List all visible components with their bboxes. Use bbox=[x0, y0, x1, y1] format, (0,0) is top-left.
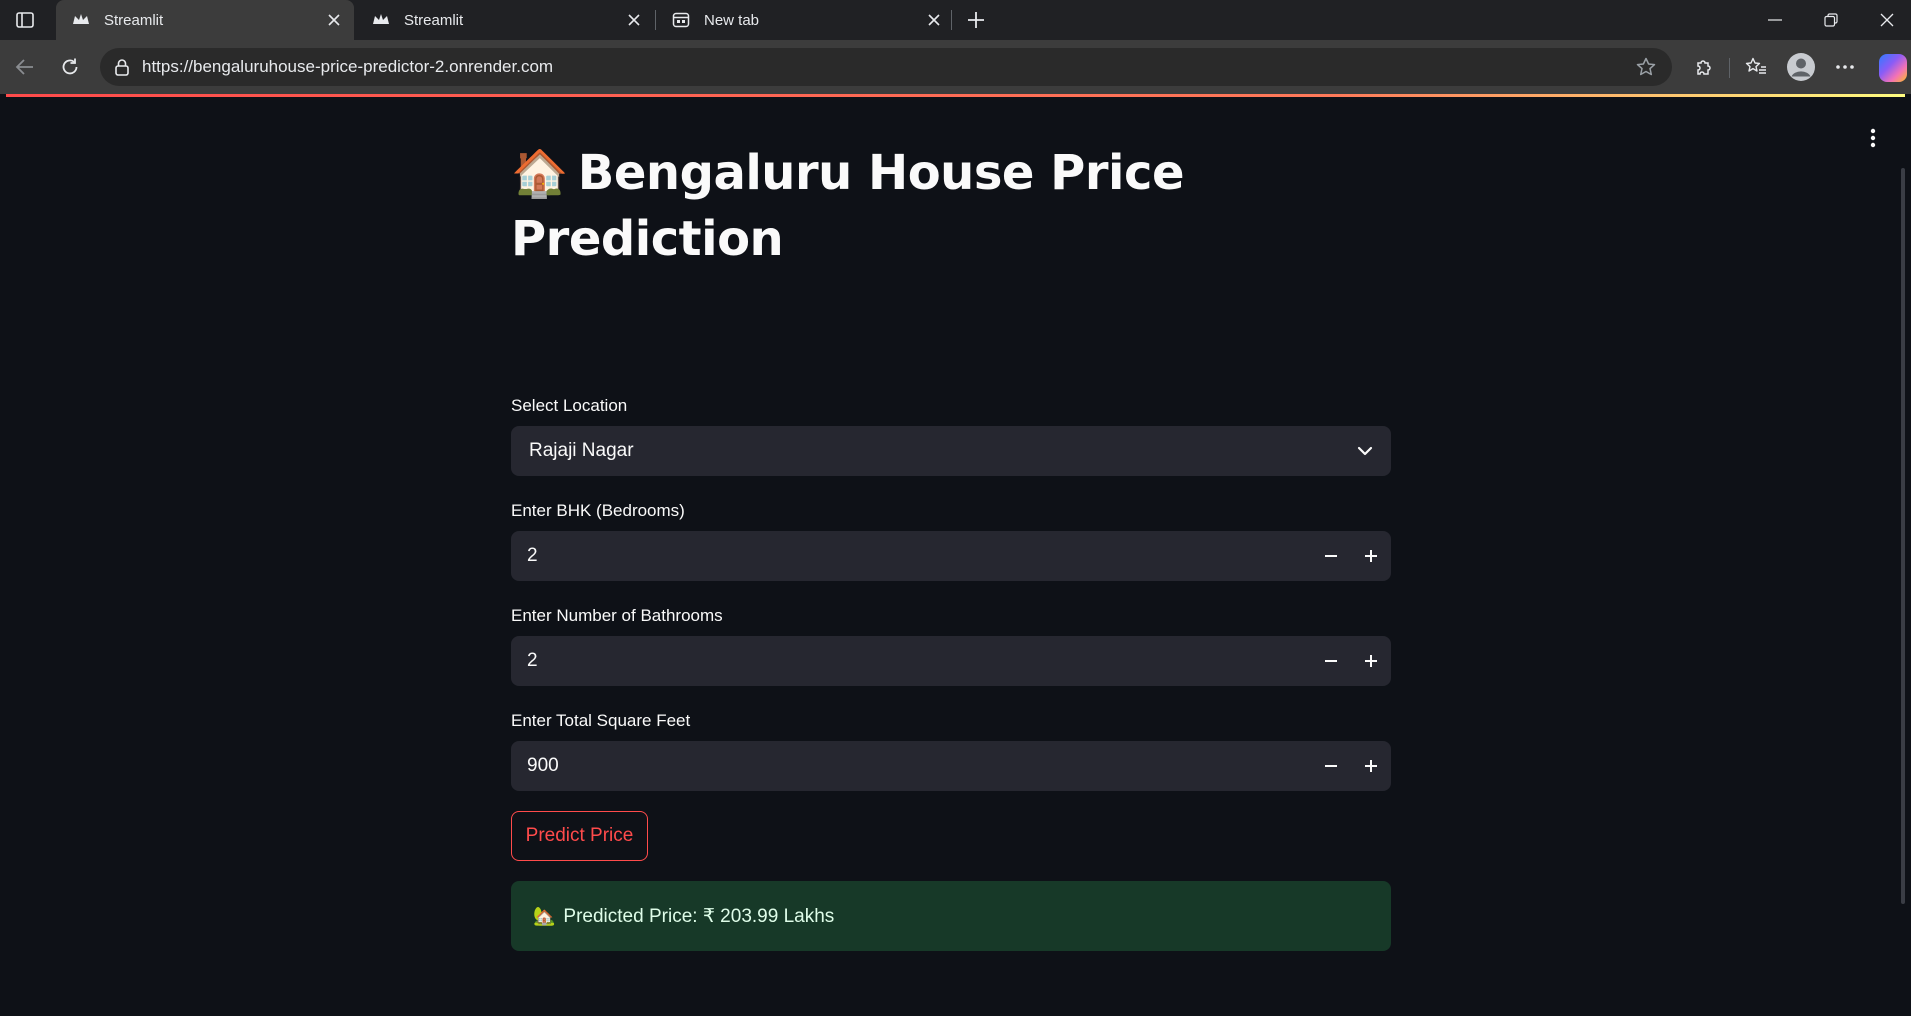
reload-icon[interactable] bbox=[55, 52, 85, 82]
location-select[interactable]: Rajaji Nagar bbox=[511, 426, 1391, 476]
tab-title: New tab bbox=[704, 11, 760, 29]
chevron-down-icon bbox=[1357, 440, 1373, 462]
app-menu-icon[interactable] bbox=[1859, 124, 1887, 152]
sqft-number-input[interactable]: 900 bbox=[511, 741, 1391, 791]
bhk-decrement-button[interactable] bbox=[1311, 531, 1351, 581]
sidebar-toggle-icon[interactable] bbox=[12, 8, 38, 32]
site-info-icon[interactable] bbox=[112, 57, 132, 77]
header-decoration-bar bbox=[6, 94, 1905, 97]
toolbar-divider bbox=[1729, 58, 1730, 78]
browser-toolbar: https://bengaluruhouse-price-predictor-2… bbox=[0, 40, 1911, 94]
favorites-icon[interactable] bbox=[1741, 52, 1771, 82]
new-tab-icon[interactable] bbox=[962, 6, 990, 34]
favorite-star-icon[interactable] bbox=[1632, 53, 1660, 81]
tab-separator bbox=[951, 10, 952, 30]
extensions-icon[interactable] bbox=[1689, 52, 1719, 82]
window-close-icon[interactable] bbox=[1859, 0, 1911, 40]
close-icon[interactable] bbox=[622, 8, 646, 32]
sqft-value[interactable]: 900 bbox=[527, 755, 1311, 777]
profile-avatar-icon[interactable] bbox=[1784, 50, 1818, 84]
bath-decrement-button[interactable] bbox=[1311, 636, 1351, 686]
house-emoji-icon: 🏠 bbox=[511, 146, 568, 200]
bhk-increment-button[interactable] bbox=[1351, 531, 1391, 581]
bath-value[interactable]: 2 bbox=[527, 650, 1311, 672]
page-scrollbar[interactable] bbox=[1901, 168, 1905, 904]
location-selected-value: Rajaji Nagar bbox=[529, 440, 634, 461]
tab-title: Streamlit bbox=[404, 11, 464, 29]
bath-increment-button[interactable] bbox=[1351, 636, 1391, 686]
prediction-result-text: Predicted Price: ₹ 203.99 Lakhs bbox=[563, 905, 835, 927]
more-options-icon[interactable] bbox=[1830, 52, 1860, 82]
minimize-icon[interactable] bbox=[1747, 0, 1803, 40]
address-bar[interactable]: https://bengaluruhouse-price-predictor-2… bbox=[100, 48, 1672, 86]
browser-tab-2[interactable]: Streamlit bbox=[356, 0, 654, 40]
page-title: 🏠 Bengaluru House Price Prediction bbox=[511, 140, 1391, 272]
bhk-number-input[interactable]: 2 bbox=[511, 531, 1391, 581]
close-icon[interactable] bbox=[322, 8, 346, 32]
bhk-value[interactable]: 2 bbox=[527, 545, 1311, 567]
tab-title: Streamlit bbox=[104, 11, 164, 29]
bhk-label: Enter BHK (Bedrooms) bbox=[511, 501, 685, 520]
back-icon[interactable] bbox=[10, 52, 40, 82]
newtab-icon bbox=[672, 11, 690, 29]
page-title-text: Bengaluru House Price Prediction bbox=[511, 145, 1185, 267]
predict-price-button[interactable]: Predict Price bbox=[511, 811, 648, 861]
sqft-decrement-button[interactable] bbox=[1311, 741, 1351, 791]
bath-label: Enter Number of Bathrooms bbox=[511, 606, 723, 625]
sqft-increment-button[interactable] bbox=[1351, 741, 1391, 791]
location-label: Select Location bbox=[511, 396, 628, 415]
browser-tab-bar: Streamlit Streamlit New tab bbox=[0, 0, 1911, 40]
url-text[interactable]: https://bengaluruhouse-price-predictor-2… bbox=[142, 57, 1632, 77]
close-icon[interactable] bbox=[922, 8, 946, 32]
house-garden-emoji-icon: 🏡 bbox=[533, 905, 556, 926]
prediction-result-alert: 🏡 Predicted Price: ₹ 203.99 Lakhs bbox=[511, 881, 1391, 951]
streamlit-crown-icon bbox=[72, 11, 90, 29]
streamlit-crown-icon bbox=[372, 11, 390, 29]
browser-tab-1[interactable]: Streamlit bbox=[56, 0, 354, 40]
bath-number-input[interactable]: 2 bbox=[511, 636, 1391, 686]
copilot-icon[interactable] bbox=[1879, 54, 1907, 82]
sqft-label: Enter Total Square Feet bbox=[511, 711, 691, 730]
restore-icon[interactable] bbox=[1803, 0, 1859, 40]
browser-tab-3[interactable]: New tab bbox=[656, 0, 954, 40]
